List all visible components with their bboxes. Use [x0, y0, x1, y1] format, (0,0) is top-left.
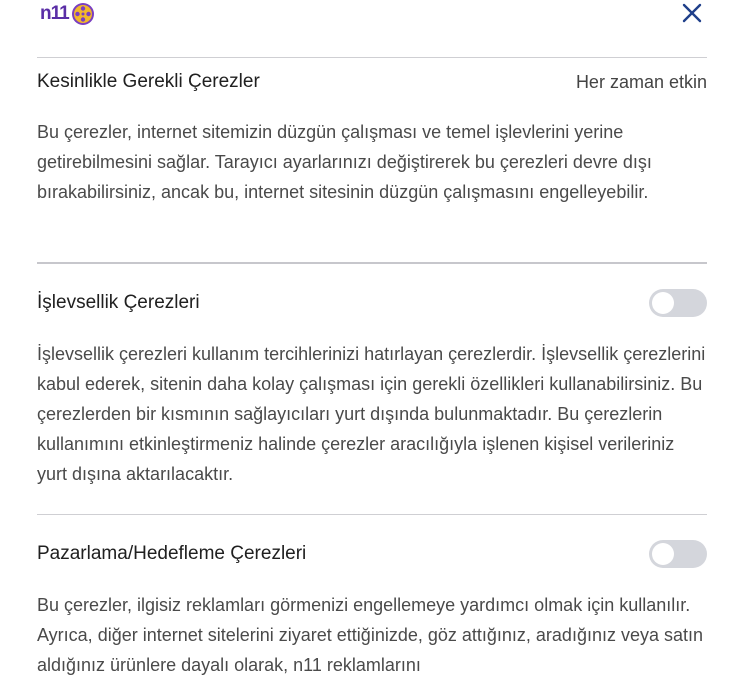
section-strictly-necessary: Kesinlikle Gerekli Çerezler Her zaman et… [37, 58, 707, 262]
functionality-toggle[interactable] [649, 289, 707, 317]
section-description: İşlevsellik çerezleri kullanım tercihler… [37, 344, 706, 484]
logo-text: n11 [40, 3, 70, 24]
section-description: Bu çerezler, internet sitemizin düzgün ç… [37, 122, 652, 202]
marketing-toggle[interactable] [649, 540, 707, 568]
film-reel-icon [71, 3, 94, 25]
toggle-knob [652, 543, 674, 565]
modal-header: n11 [0, 0, 740, 40]
section-description: Bu çerezler, ilgisiz reklamları görmeniz… [37, 595, 704, 675]
section-functionality: İşlevsellik Çerezleri İşlevsellik çerezl… [37, 264, 707, 514]
close-icon[interactable] [678, 0, 706, 28]
section-title: Pazarlama/Hedefleme Çerezleri [37, 543, 307, 564]
section-title: İşlevsellik Çerezleri [37, 292, 200, 313]
always-active-label: Her zaman etkin [575, 72, 707, 92]
section-marketing: Pazarlama/Hedefleme Çerezleri Bu çerezle… [37, 515, 707, 676]
toggle-knob [652, 292, 674, 314]
section-title: Kesinlikle Gerekli Çerezler [37, 71, 260, 92]
n11-logo: n11 [40, 2, 95, 26]
